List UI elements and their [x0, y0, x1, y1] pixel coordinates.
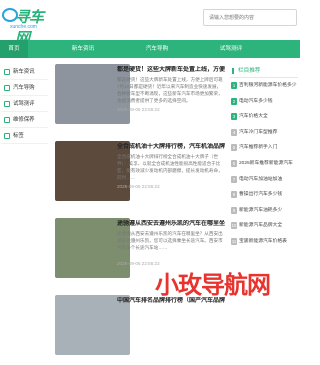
test-drive-icon: [4, 101, 10, 107]
rank-badge: 4: [231, 128, 237, 136]
sidebar-item-label: 试驾测评: [13, 101, 35, 107]
recommend-item[interactable]: 9 新能源汽车油耗多少: [230, 203, 298, 219]
recommend-item-label: 新能源汽车油耗多少: [239, 207, 283, 213]
article-title[interactable]: 途驰遵从西安去遵州乐凯的汽车在哪里坐？: [117, 220, 225, 228]
recommend-item-label: 曹操出行汽车多少钱: [239, 192, 283, 198]
rank-badge: 5: [231, 144, 237, 152]
rank-badge: 11: [231, 237, 237, 245]
article-date: 2025-09-05 22:55:22: [117, 261, 160, 266]
sidebar-item-news[interactable]: 新车资讯: [2, 64, 48, 80]
article-card[interactable]: 全合成机油十大牌排行榜，汽车机油品牌排行榜前十名推荐 全合成机油十大牌排行榜全合…: [55, 141, 225, 211]
nav-item-guide[interactable]: 汽车导购: [132, 40, 182, 58]
sidebar-item-label: 新车资讯: [13, 69, 35, 75]
recommend-item-label: 电动汽车多少钱: [239, 98, 273, 104]
article-excerpt: 全合成机油十大牌排行榜全合成机油十大牌子（世界）：美孚、以就全合成机油性能很高性…: [117, 154, 223, 180]
guide-icon: [4, 85, 10, 91]
article-list: 都是硬货！这些大牌新车处置上线，方便上牌后可靠 都是硬货！这些大牌新车处置上线，…: [55, 64, 225, 365]
rank-badge: 8: [231, 191, 237, 199]
maintenance-icon: [4, 117, 10, 123]
article-excerpt: 都是硬货！这些大牌新车处置上线，方便上牌后可靠7月10日都是硬货！近年以来汽车制…: [117, 77, 223, 103]
sidebar-item-label: 维修保养: [13, 117, 35, 123]
rank-badge: 3: [231, 113, 237, 121]
watermark: 小玫导航网: [155, 265, 300, 300]
header: 寻车网 xunche.com: [0, 0, 300, 47]
rank-badge: 7: [231, 175, 237, 183]
recommend-item-label: 汽车冷门车型推荐: [239, 129, 278, 135]
rank-badge: 2: [231, 97, 237, 105]
recommend-item[interactable]: 4 汽车冷门车型推荐: [230, 125, 298, 141]
recommend-item[interactable]: 8 曹操出行汽车多少钱: [230, 187, 298, 203]
recommend-item[interactable]: 7 电动汽车加油站加油: [230, 172, 298, 188]
article-card[interactable]: 都是硬货！这些大牌新车处置上线，方便上牌后可靠 都是硬货！这些大牌新车处置上线，…: [55, 64, 225, 134]
news-icon: [4, 69, 10, 75]
rank-badge: 10: [231, 222, 237, 230]
main-nav: 首页 新车资讯 汽车导购 试驾测评: [0, 40, 300, 58]
sidebar-item-guide[interactable]: 汽车导购: [2, 80, 48, 96]
nav-item-home[interactable]: 首页: [0, 40, 28, 58]
article-excerpt: 途驰遵从西安去遵州乐凯的汽车在哪里坐？从西安出发前往遵州乐凯，您可以选择乘坐长途…: [117, 231, 223, 250]
article-date: 2025-09-05 22:55:22: [117, 184, 160, 189]
rank-badge: 9: [231, 206, 237, 214]
rank-badge: 1: [231, 82, 237, 89]
sidebar-item-label: 汽车导购: [13, 85, 35, 91]
article-title[interactable]: 都是硬货！这些大牌新车处置上线，方便上牌后可靠: [117, 66, 225, 74]
recommend-item[interactable]: 5 汽车推荐新手入门: [230, 140, 298, 156]
watermark-text: 小玫导航网: [155, 272, 271, 299]
recommend-item-label: 吉利银河新能源车价格多少: [239, 83, 297, 88]
recommend-item-label: 宝骏新能源汽车价格表: [239, 238, 287, 244]
recommend-item[interactable]: 10 新能源汽车品牌大全: [230, 218, 298, 234]
sidebar-item-maintenance[interactable]: 维修保养: [2, 112, 48, 128]
nav-item-news[interactable]: 新车资讯: [58, 40, 108, 58]
logo-subtext: xunche.com: [10, 24, 37, 30]
recommend-item-label: 汽车价格大全: [239, 114, 268, 120]
recommend-item[interactable]: 1 吉利银河新能源车价格多少: [230, 78, 298, 94]
sidebar-item-tags[interactable]: 标签: [2, 128, 48, 144]
nav-item-test-drive[interactable]: 试驾测评: [206, 40, 256, 58]
recommend-panel: 栏目推荐 1 吉利银河新能源车价格多少 2 电动汽车多少钱 3 汽车价格大全 4 汽车冷…: [230, 64, 298, 250]
recommend-panel-title: 栏目推荐: [230, 64, 298, 78]
recommend-item-label: 2025新车推荐新能源汽车: [239, 160, 293, 166]
recommend-item[interactable]: 3 汽车价格大全: [230, 109, 298, 125]
article-date: 2025-09-05 22:55:22: [117, 107, 160, 112]
recommend-item-label: 新能源汽车品牌大全: [239, 223, 283, 229]
search-input[interactable]: [203, 9, 297, 26]
sidebar-item-test-drive[interactable]: 试驾测评: [2, 96, 48, 112]
article-card[interactable]: 中国汽车排名品牌排行榜（国产汽车品牌质量排行榜）: [55, 295, 225, 365]
site-logo[interactable]: 寻车网 xunche.com: [2, 6, 50, 47]
recommend-item[interactable]: 2 电动汽车多少钱: [230, 94, 298, 110]
article-title[interactable]: 全合成机油十大牌排行榜，汽车机油品牌排行榜前十名推荐: [117, 143, 225, 151]
recommend-item[interactable]: 6 2025新车推荐新能源汽车: [230, 156, 298, 172]
recommend-item-label: 汽车推荐新手入门: [239, 145, 278, 151]
rank-badge: 6: [231, 159, 237, 167]
sidebar-item-label: 标签: [13, 133, 24, 139]
tag-icon: [4, 133, 10, 139]
sidebar: 新车资讯 汽车导购 试驾测评 维修保养 标签: [2, 64, 48, 144]
recommend-item[interactable]: 11 宝骏新能源汽车价格表: [230, 234, 298, 250]
recommend-item-label: 电动汽车加油站加油: [239, 176, 283, 182]
